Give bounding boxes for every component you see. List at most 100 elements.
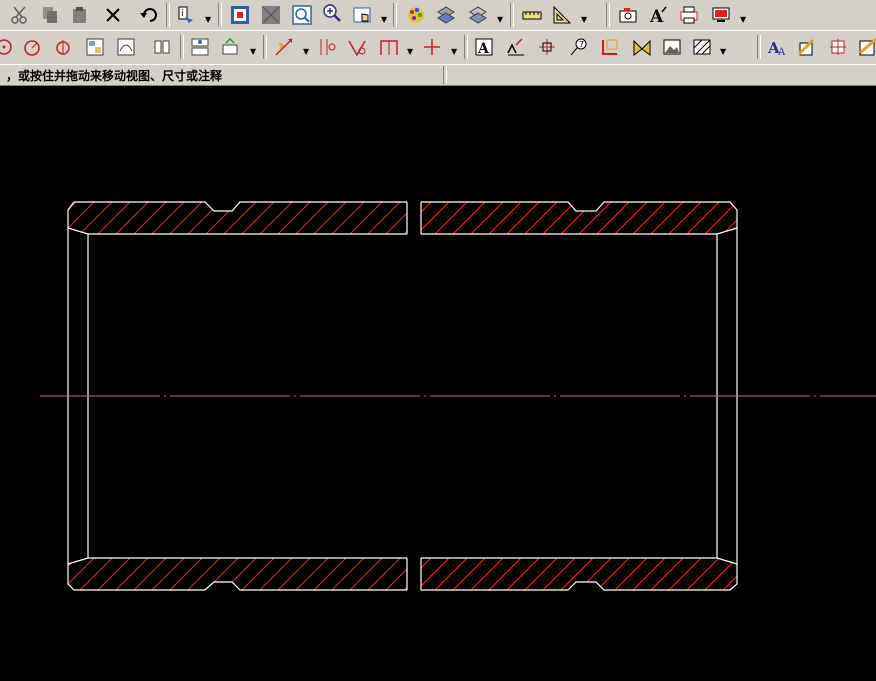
weld-symbol-button[interactable]: [630, 35, 654, 59]
hatch-button[interactable]: [690, 35, 714, 59]
surface-finish-button[interactable]: [504, 35, 528, 59]
chamfer-dimension-button[interactable]: [377, 35, 401, 59]
hatch-line: [221, 558, 259, 590]
hatch-line: [648, 202, 686, 234]
datum-icon: [539, 39, 555, 55]
cut-button[interactable]: [8, 3, 32, 27]
paste-button[interactable]: [68, 3, 92, 27]
toolbar-separator: [464, 35, 468, 59]
note-button[interactable]: A: [472, 35, 496, 59]
zoom-window-icon: [262, 6, 280, 24]
break-view-button[interactable]: [188, 35, 212, 59]
hatch-line: [275, 202, 313, 234]
align-view-button[interactable]: [218, 35, 242, 59]
hatch-line: [757, 556, 793, 592]
detail-view-button[interactable]: [114, 35, 138, 59]
hatch-line: [558, 202, 596, 234]
pan-hand-icon: [353, 7, 371, 23]
hatch-line: [275, 558, 313, 590]
detail-view-icon: [117, 38, 135, 56]
chamfer-top-right: [716, 227, 738, 235]
pan-button[interactable]: [351, 3, 375, 27]
magnifier-icon: [323, 4, 341, 22]
properties-button[interactable]: i: [174, 3, 198, 27]
toolbar-separator: [166, 3, 170, 27]
zoom-inout-button[interactable]: [320, 1, 344, 25]
hatch-line: [185, 202, 223, 234]
display-button[interactable]: [709, 3, 733, 27]
dropdown-arrow-icon[interactable]: ▼: [497, 15, 503, 24]
tube-section-drawing[interactable]: [0, 86, 876, 681]
smart-dimension-button[interactable]: [272, 35, 296, 59]
dropdown-arrow-icon[interactable]: ▼: [581, 15, 587, 24]
hatch-line: [365, 202, 403, 234]
layers-more-button[interactable]: [466, 3, 490, 27]
text-a-icon: A: [649, 6, 667, 25]
hatch-line: [68, 202, 79, 234]
delete-button[interactable]: [101, 3, 125, 27]
zoom-box-button[interactable]: [290, 3, 314, 27]
dropdown-arrow-icon[interactable]: ▼: [205, 15, 211, 24]
hatch-line: [775, 556, 811, 592]
hatch-line: [757, 200, 793, 236]
hatch-line: [347, 558, 385, 590]
angle-dimension-button[interactable]: [345, 35, 369, 59]
dropdown-arrow-icon[interactable]: ▼: [451, 47, 457, 56]
hatch-line: [739, 200, 775, 236]
more-tools-button[interactable]: [856, 35, 876, 59]
center-circle-button[interactable]: [51, 35, 75, 59]
arc-tool-button[interactable]: [20, 35, 44, 59]
hatch-line: [131, 202, 169, 234]
hatch-line: [504, 202, 542, 234]
chamfer-bottom-right: [716, 557, 738, 565]
ordinate-dimension-button[interactable]: [315, 35, 339, 59]
centerline-button[interactable]: [420, 35, 444, 59]
circle-arrow-icon: [0, 39, 12, 55]
render-button[interactable]: [404, 3, 428, 27]
snapshot-button[interactable]: [616, 3, 640, 27]
text-style-button[interactable]: A: [646, 3, 670, 27]
toolbar-separator: [757, 35, 761, 59]
zoom-fit-button[interactable]: [228, 3, 252, 27]
toolbar-separator: [180, 35, 184, 59]
chamfer-icon: [380, 40, 398, 55]
dropdown-arrow-icon[interactable]: ▼: [250, 47, 256, 56]
image-button[interactable]: [660, 35, 684, 59]
hatch-line: [257, 558, 295, 590]
text-format-button[interactable]: AA: [765, 35, 789, 59]
dropdown-arrow-icon[interactable]: ▼: [720, 47, 726, 56]
drawing-canvas[interactable]: [0, 86, 876, 681]
balloon-button[interactable]: 7: [567, 35, 591, 59]
measure-button[interactable]: [520, 3, 544, 27]
hatch-line: [239, 558, 277, 590]
design-table-button[interactable]: [794, 35, 818, 59]
dropdown-arrow-icon[interactable]: ▼: [381, 15, 387, 24]
gtol-icon: [602, 39, 618, 55]
weld-icon: [633, 39, 651, 56]
layers-icon: [437, 6, 455, 24]
dropdown-arrow-icon[interactable]: ▼: [740, 15, 746, 24]
view-grid-icon: [86, 38, 104, 56]
circle-tool-button[interactable]: [0, 35, 16, 59]
layers-alt-icon: [469, 6, 487, 24]
printer-button[interactable]: [677, 3, 701, 27]
undo-button[interactable]: [137, 3, 161, 27]
more-icon: [859, 37, 876, 56]
dropdown-arrow-icon[interactable]: ▼: [303, 47, 309, 56]
hatch-line: [775, 200, 811, 236]
dimension-arrow-icon: [275, 38, 293, 56]
geometric-tolerance-button[interactable]: [598, 35, 622, 59]
layers-button[interactable]: [434, 3, 458, 27]
center-circle-icon: [56, 40, 70, 55]
view-insert-button[interactable]: [83, 35, 107, 59]
hatch-line: [24, 556, 60, 592]
triangle-ruler-button[interactable]: [550, 3, 574, 27]
zoom-window-button[interactable]: [259, 3, 283, 27]
hatch-line: [468, 202, 506, 234]
copy-button[interactable]: [38, 3, 62, 27]
status-prompt: ，或按住并拖动来移动视图、尺寸或注释: [6, 69, 223, 83]
datum-button[interactable]: [535, 35, 559, 59]
section-view-button[interactable]: [150, 35, 174, 59]
dropdown-arrow-icon[interactable]: ▼: [407, 47, 413, 56]
block-button[interactable]: [826, 35, 850, 59]
